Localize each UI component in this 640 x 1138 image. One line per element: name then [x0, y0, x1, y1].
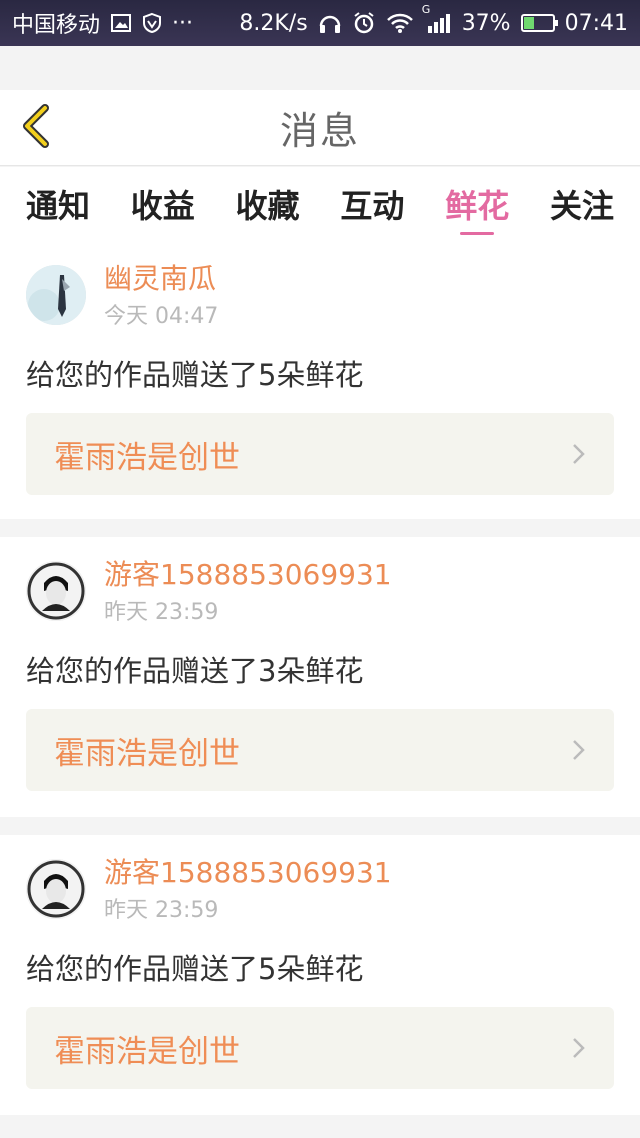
tab-flowers[interactable]: 鲜花: [445, 167, 509, 241]
chevron-right-icon: [572, 1036, 586, 1060]
chevron-right-icon: [572, 738, 586, 762]
avatar[interactable]: [26, 265, 86, 325]
message-time: 昨天 23:59: [104, 898, 219, 923]
tab-following[interactable]: 关注: [550, 167, 614, 241]
avatar[interactable]: [26, 561, 86, 621]
work-link[interactable]: 霍雨浩是创世: [26, 413, 614, 495]
more-notifications-label: ···: [172, 10, 193, 36]
avatar[interactable]: [26, 859, 86, 919]
message-user-row: 游客1588853069931 昨天 23:59: [26, 557, 614, 629]
tab-favorites[interactable]: 收藏: [236, 167, 300, 241]
battery-fill: [523, 17, 534, 29]
username[interactable]: 幽灵南瓜: [104, 261, 218, 297]
username[interactable]: 游客1588853069931: [104, 855, 392, 891]
chevron-left-icon: [21, 104, 51, 152]
app-header: 消息: [0, 90, 640, 166]
message-text: 给您的作品赠送了5朵鲜花: [26, 358, 364, 392]
signal-type-label: G: [421, 3, 431, 16]
work-title: 霍雨浩是创世: [54, 1033, 240, 1070]
message-time: 昨天 23:59: [104, 600, 219, 625]
cell-signal-icon: G: [422, 3, 452, 35]
message-user-row: 游客1588853069931 昨天 23:59: [26, 855, 614, 927]
message-time: 今天 04:47: [104, 304, 219, 329]
chevron-right-icon: [572, 442, 586, 466]
message-text: 给您的作品赠送了5朵鲜花: [26, 952, 364, 986]
message-user-meta: 游客1588853069931 昨天 23:59: [104, 855, 392, 927]
network-speed: 8.2K/s: [239, 10, 308, 36]
back-button[interactable]: [14, 104, 58, 152]
carrier-label: 中国移动: [12, 13, 101, 38]
tab-notifications[interactable]: 通知: [26, 167, 90, 241]
message-card: 游客1588853069931 昨天 23:59 给您的作品赠送了3朵鲜花 霍雨…: [0, 537, 640, 817]
message-user-meta: 幽灵南瓜 今天 04:47: [104, 261, 218, 333]
message-list: 幽灵南瓜 今天 04:47 给您的作品赠送了5朵鲜花 霍雨浩是创世 游客1588…: [0, 241, 640, 1133]
message-user-row: 幽灵南瓜 今天 04:47: [26, 261, 614, 333]
status-bar: 中国移动 ··· 8.2K/s G 37% 07:41: [0, 0, 640, 46]
battery-percent: 37%: [461, 10, 511, 36]
gallery-notification-icon: [110, 11, 132, 35]
status-left: 中国移动 ···: [12, 7, 193, 39]
username[interactable]: 游客1588853069931: [104, 557, 392, 593]
page-title: 消息: [279, 109, 360, 153]
wifi-icon: [386, 11, 414, 35]
alarm-icon: [352, 11, 376, 35]
status-right: 8.2K/s G 37% 07:41: [239, 3, 628, 36]
work-link[interactable]: 霍雨浩是创世: [26, 709, 614, 791]
message-card: 幽灵南瓜 今天 04:47 给您的作品赠送了5朵鲜花 霍雨浩是创世: [0, 241, 640, 519]
work-title: 霍雨浩是创世: [54, 439, 240, 476]
headphones-icon: [318, 11, 342, 35]
message-user-meta: 游客1588853069931 昨天 23:59: [104, 557, 392, 629]
battery-icon: [520, 14, 558, 32]
message-card: 游客1588853069931 昨天 23:59 给您的作品赠送了5朵鲜花 霍雨…: [0, 835, 640, 1115]
shield-notification-icon: [142, 11, 162, 35]
header-spacer: [0, 46, 640, 90]
tab-interactions[interactable]: 互动: [340, 167, 404, 241]
work-title: 霍雨浩是创世: [54, 735, 240, 772]
category-tabs: 通知 收益 收藏 互动 鲜花 关注: [0, 167, 640, 241]
tab-earnings[interactable]: 收益: [131, 167, 195, 241]
work-link[interactable]: 霍雨浩是创世: [26, 1007, 614, 1089]
message-text: 给您的作品赠送了3朵鲜花: [26, 654, 364, 688]
clock: 07:41: [564, 10, 628, 36]
